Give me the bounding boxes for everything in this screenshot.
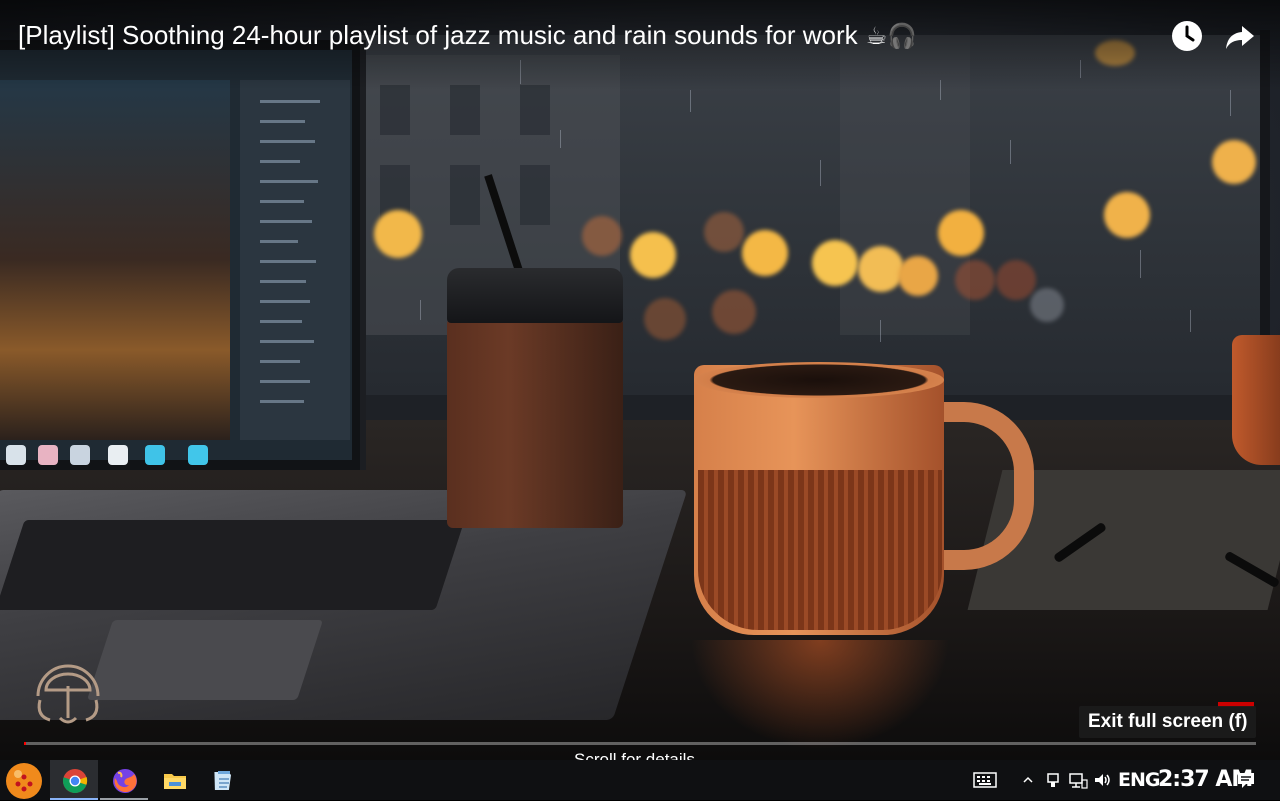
taskbar-file-explorer[interactable] bbox=[150, 760, 198, 800]
title-emojis: ☕🎧 bbox=[865, 22, 918, 50]
show-hidden-icons-chevron[interactable] bbox=[1020, 770, 1036, 790]
video-player[interactable] bbox=[0, 0, 1280, 760]
share-icon[interactable] bbox=[1222, 18, 1258, 54]
watch-later-icon[interactable] bbox=[1169, 18, 1205, 54]
notepad-icon bbox=[214, 771, 232, 790]
dragon-ball-start-icon bbox=[6, 763, 42, 799]
exit-fullscreen-tooltip: Exit full screen (f) bbox=[1079, 706, 1257, 738]
side-mug bbox=[1232, 335, 1280, 465]
keyboard-icon[interactable] bbox=[973, 770, 997, 790]
progress-played bbox=[24, 742, 27, 745]
video-title[interactable]: [Playlist] Soothing 24-hour playlist of … bbox=[18, 20, 917, 51]
channel-umbrella-logo bbox=[36, 664, 100, 724]
notification-icon[interactable] bbox=[1236, 770, 1256, 790]
taskbar-chrome[interactable] bbox=[50, 760, 98, 800]
folder-icon bbox=[164, 774, 186, 789]
windows-taskbar: ENG 2:37 AM bbox=[0, 760, 1280, 800]
laptop-screen bbox=[0, 40, 366, 470]
taskbar-notepad[interactable] bbox=[198, 760, 246, 800]
start-button[interactable] bbox=[0, 760, 48, 800]
video-title-text: [Playlist] Soothing 24-hour playlist of … bbox=[18, 20, 858, 50]
volume-icon[interactable] bbox=[1092, 770, 1112, 790]
network-icon[interactable] bbox=[1068, 770, 1088, 790]
progress-bar[interactable] bbox=[24, 742, 1256, 745]
mug-pattern-band bbox=[698, 470, 942, 630]
firefox-icon bbox=[113, 769, 137, 793]
mug-rim bbox=[694, 362, 944, 398]
usb-icon[interactable] bbox=[1045, 770, 1061, 790]
coffee-jar bbox=[447, 318, 623, 528]
chrome-icon bbox=[62, 769, 88, 794]
coffee-jar-lid bbox=[447, 268, 623, 323]
taskbar-firefox[interactable] bbox=[100, 760, 148, 800]
mug-reflection bbox=[690, 640, 950, 750]
input-language[interactable]: ENG bbox=[1118, 760, 1160, 800]
laptop-trackpad bbox=[87, 620, 323, 700]
laptop-keyboard bbox=[0, 520, 465, 610]
